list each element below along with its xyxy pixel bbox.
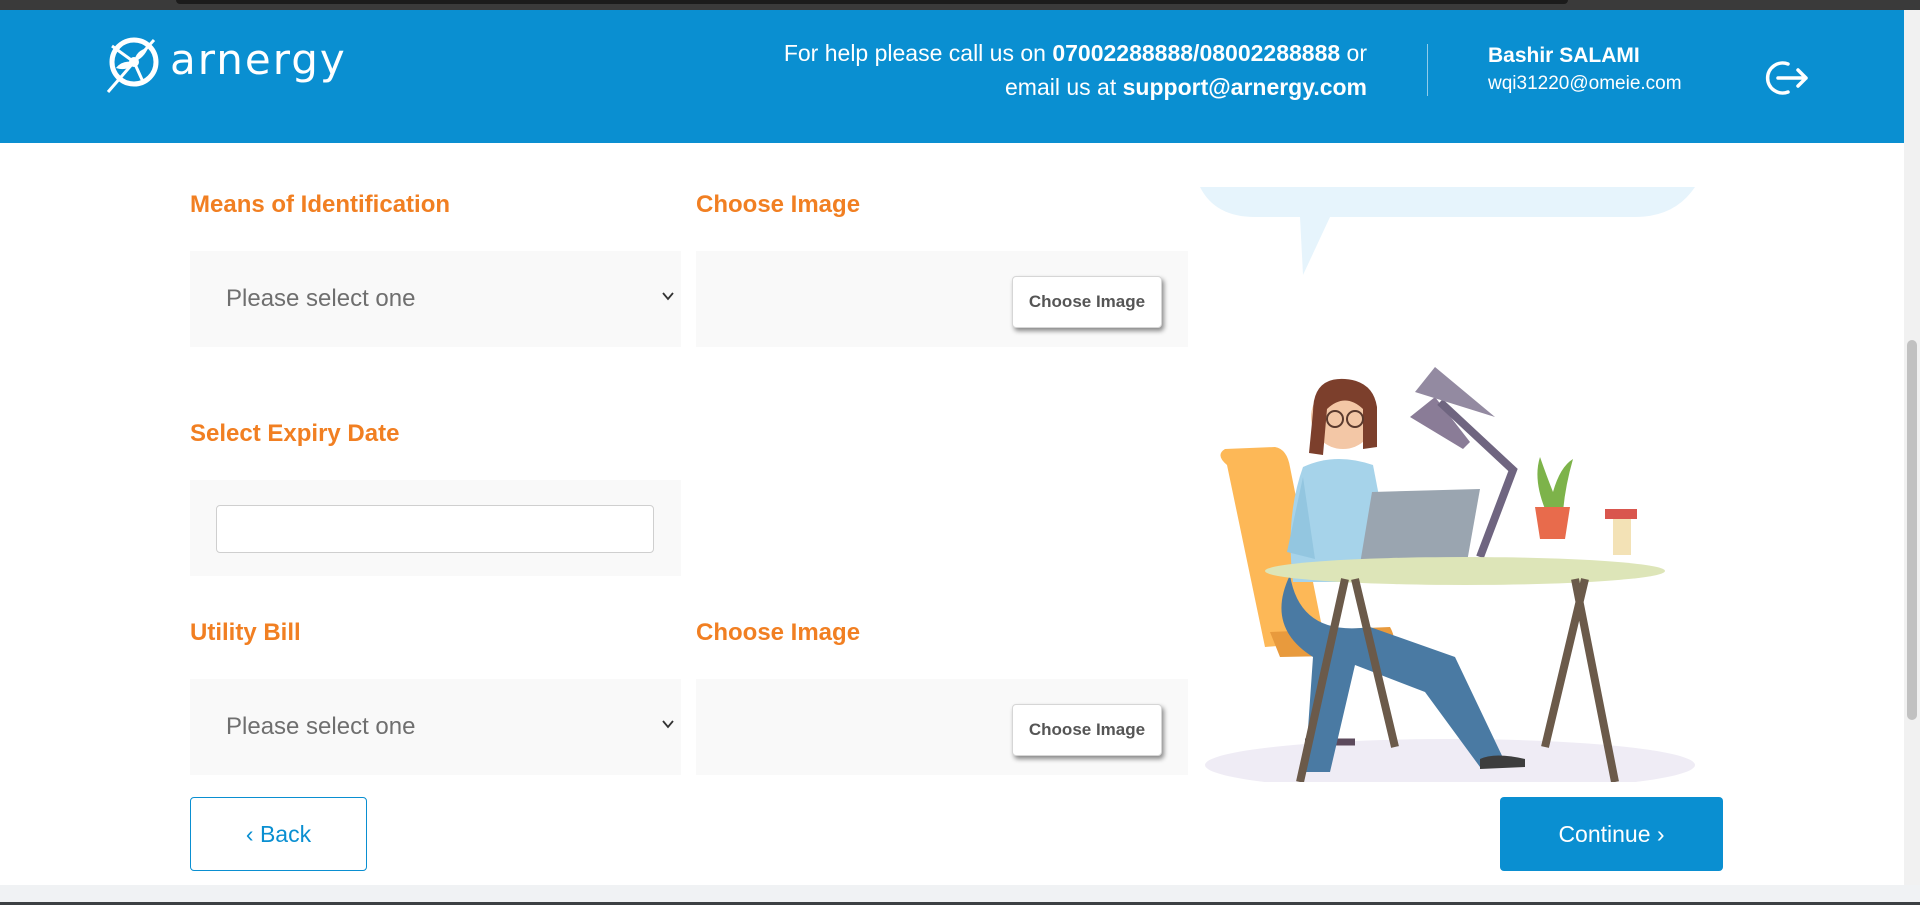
- utility-bill-label: Utility Bill: [190, 619, 301, 646]
- id-image-label: Choose Image: [696, 191, 861, 218]
- back-button[interactable]: ‹ Back: [190, 797, 367, 871]
- speech-bubble: [1200, 187, 1695, 275]
- id-choose-image-button[interactable]: Choose Image: [1012, 276, 1162, 328]
- id-type-select[interactable]: Please select one: [190, 251, 681, 347]
- help-phones: 07002288888/08002288888: [1052, 40, 1341, 66]
- help-email-prefix: email us at: [1005, 74, 1117, 100]
- expiry-date-input[interactable]: [216, 505, 654, 553]
- browser-tab-pill: [176, 0, 1568, 4]
- floor-shadow: [1205, 739, 1695, 782]
- chevron-down-icon: [662, 720, 674, 729]
- expiry-date-field: [190, 480, 681, 576]
- help-email-link[interactable]: support@arnergy.com: [1123, 74, 1367, 100]
- utility-image-field: Choose Image: [696, 679, 1188, 775]
- id-label: Means of Identification: [190, 191, 451, 218]
- user-info: Bashir SALAMI wqi31220@omeie.com: [1488, 44, 1682, 95]
- logout-icon[interactable]: [1762, 58, 1810, 98]
- id-image-field: Choose Image: [696, 251, 1188, 347]
- chevron-down-icon: [662, 292, 674, 301]
- brand-wordmark: arnergy: [170, 34, 347, 84]
- user-name: Bashir SALAMI: [1488, 44, 1640, 67]
- arnergy-logo[interactable]: arnergy: [104, 32, 347, 98]
- utility-choose-image-button[interactable]: Choose Image: [1012, 704, 1162, 756]
- potted-plant: [1535, 457, 1573, 539]
- expiry-label: Select Expiry Date: [190, 420, 400, 447]
- scrollbar-thumb[interactable]: [1907, 340, 1917, 720]
- header-divider: [1427, 44, 1428, 96]
- woman-at-desk-illustration: [1200, 187, 1695, 782]
- page-scrollbar[interactable]: [1904, 10, 1920, 895]
- continue-button[interactable]: Continue ›: [1500, 797, 1723, 871]
- help-or: or: [1346, 40, 1367, 66]
- desk-item: [1605, 509, 1637, 555]
- id-select-value: Please select one: [226, 285, 416, 312]
- utility-select-value: Please select one: [226, 713, 416, 740]
- help-prefix: For help please call us on: [783, 40, 1046, 66]
- user-email: wqi31220@omeie.com: [1488, 73, 1682, 94]
- brand-leaf-icon: [106, 37, 159, 93]
- site-header: arnergy For help please call us on 07002…: [0, 10, 1920, 143]
- bottom-strip: [0, 885, 1920, 905]
- help-contact: For help please call us on 07002288888/0…: [727, 36, 1367, 104]
- utility-bill-select[interactable]: Please select one: [190, 679, 681, 775]
- woman-head: [1309, 378, 1377, 455]
- utility-image-label: Choose Image: [696, 619, 861, 646]
- browser-top-strip: [0, 0, 1920, 10]
